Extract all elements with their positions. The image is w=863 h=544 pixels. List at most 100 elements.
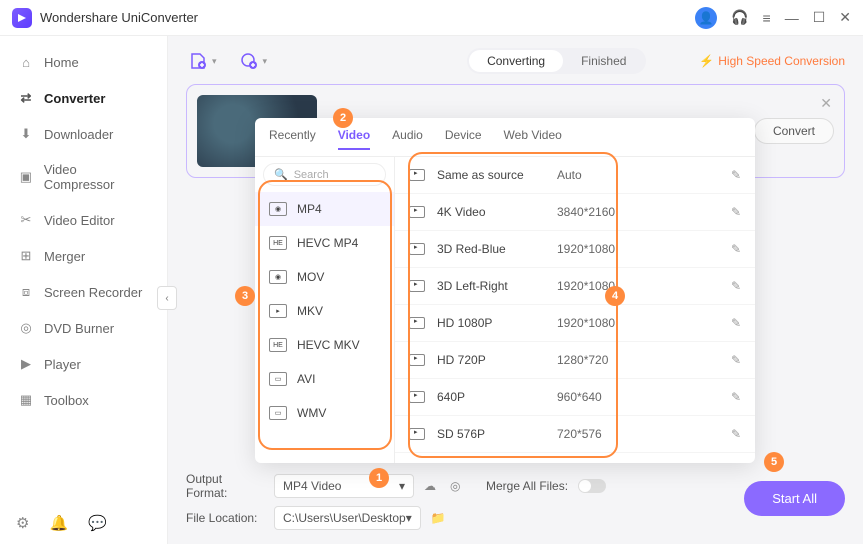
chevron-down-icon[interactable]: ▾ [263, 56, 268, 67]
sidebar-item-player[interactable]: ▶Player [0, 346, 167, 382]
search-input[interactable]: 🔍Search [263, 163, 386, 186]
lightning-icon: ⚡ [699, 54, 714, 68]
high-speed-badge[interactable]: ⚡High Speed Conversion [699, 54, 845, 68]
video-icon [409, 169, 425, 181]
format-wmv[interactable]: ▭WMV [255, 396, 394, 430]
panel-tab-recently[interactable]: Recently [269, 128, 316, 150]
output-format-label: Output Format: [186, 472, 264, 500]
file-location-label: File Location: [186, 511, 264, 525]
menu-icon[interactable]: ≡ [763, 10, 771, 26]
edit-icon[interactable]: ✎ [731, 205, 741, 219]
sidebar-item-label: Player [44, 357, 81, 372]
sidebar-item-dvd[interactable]: ◎ DVD Burner [0, 310, 167, 346]
maximize-icon[interactable]: ☐ [813, 9, 826, 26]
format-panel: Recently Video Audio Device Web Video 🔍S… [255, 118, 755, 463]
sidebar-item-editor[interactable]: ✂Video Editor [0, 202, 167, 238]
sidebar-item-recorder[interactable]: ⧈Screen Recorder [0, 274, 167, 310]
edit-icon[interactable]: ✎ [731, 168, 741, 182]
close-icon[interactable]: ✕ [839, 9, 851, 26]
video-icon [409, 317, 425, 329]
user-avatar-icon[interactable]: 👤 [695, 7, 717, 29]
resolution-item[interactable]: 4K Video3840*2160✎ [395, 194, 755, 231]
resolution-item[interactable]: 3D Left-Right1920*1080✎ [395, 268, 755, 305]
resolution-item[interactable]: Same as sourceAuto✎ [395, 157, 755, 194]
resolution-item[interactable]: HD 1080P1920*1080✎ [395, 305, 755, 342]
convert-button[interactable]: Convert [754, 118, 834, 144]
resolution-item[interactable]: 640P960*640✎ [395, 379, 755, 416]
sidebar-item-label: Screen Recorder [44, 285, 142, 300]
folder-icon[interactable]: 📁 [431, 510, 447, 526]
sidebar-item-label: Converter [44, 91, 105, 106]
format-icon: ◉ [269, 202, 287, 216]
video-icon [409, 243, 425, 255]
step-badge-2: 2 [333, 108, 353, 128]
video-icon [409, 391, 425, 403]
edit-icon[interactable]: ✎ [731, 353, 741, 367]
remove-file-icon[interactable]: ✕ [820, 95, 832, 112]
start-all-button[interactable]: Start All [744, 481, 845, 516]
app-title: Wondershare UniConverter [40, 10, 198, 25]
status-tabs: Converting Finished [467, 48, 646, 74]
file-location-select[interactable]: C:\Users\User\Desktop▾ [274, 506, 421, 530]
merger-icon: ⊞ [18, 248, 34, 264]
output-format-select[interactable]: MP4 Video▾ [274, 474, 414, 498]
format-icon: ▸ [269, 304, 287, 318]
merge-toggle[interactable] [578, 479, 606, 493]
app-logo-icon [12, 8, 32, 28]
format-avi[interactable]: ▭AVI [255, 362, 394, 396]
edit-icon[interactable]: ✎ [731, 279, 741, 293]
format-icon: HE [269, 236, 287, 250]
tab-finished[interactable]: Finished [563, 50, 644, 72]
step-badge-1: 1 [369, 468, 389, 488]
sidebar-item-converter[interactable]: ⇄Converter [0, 80, 167, 116]
download-icon: ⬇ [18, 126, 34, 142]
sidebar-item-label: DVD Burner [44, 321, 114, 336]
panel-tab-audio[interactable]: Audio [392, 128, 423, 150]
sidebar-item-toolbox[interactable]: ▦Toolbox [0, 382, 167, 418]
sidebar-item-compressor[interactable]: ▣ Video Compressor [0, 152, 167, 202]
bell-icon[interactable]: 🔔 [49, 514, 68, 532]
video-icon [409, 428, 425, 440]
chevron-down-icon: ▾ [399, 479, 405, 493]
scissors-icon: ✂ [18, 212, 34, 228]
sidebar-item-downloader[interactable]: ⬇ Downloader [0, 116, 167, 152]
cloud-icon[interactable]: ☁ [424, 478, 440, 494]
chat-icon[interactable]: 💬 [88, 514, 107, 532]
edit-icon[interactable]: ✎ [731, 316, 741, 330]
format-mp4[interactable]: ◉MP4 [255, 192, 394, 226]
format-mkv[interactable]: ▸MKV [255, 294, 394, 328]
sidebar: ⌂ Home ⇄Converter ⬇ Downloader ▣ Video Comp… [0, 36, 168, 544]
resolution-item[interactable]: HD 720P1280*720✎ [395, 342, 755, 379]
home-icon: ⌂ [18, 54, 34, 70]
sidebar-item-label: Home [44, 55, 79, 70]
minimize-icon[interactable]: — [785, 10, 799, 26]
panel-tab-video[interactable]: Video [338, 128, 370, 150]
disc-icon: ◎ [18, 320, 34, 336]
tab-converting[interactable]: Converting [469, 50, 563, 72]
format-icon: ▭ [269, 372, 287, 386]
resolution-item[interactable]: SD 576P720*576✎ [395, 416, 755, 453]
disc-icon[interactable]: ◎ [450, 478, 466, 494]
sidebar-item-label: Video Compressor [44, 162, 149, 192]
format-hevc-mp4[interactable]: HEHEVC MP4 [255, 226, 394, 260]
panel-tab-device[interactable]: Device [445, 128, 482, 150]
sidebar-item-home[interactable]: ⌂ Home [0, 44, 167, 80]
compressor-icon: ▣ [18, 169, 34, 185]
resolution-item[interactable]: 3D Red-Blue1920*1080✎ [395, 231, 755, 268]
add-file-button[interactable] [186, 49, 210, 73]
panel-tab-webvideo[interactable]: Web Video [504, 128, 562, 150]
sidebar-item-label: Downloader [44, 127, 113, 142]
chevron-down-icon[interactable]: ▾ [212, 56, 217, 67]
headset-icon[interactable]: 🎧 [731, 9, 748, 26]
edit-icon[interactable]: ✎ [731, 427, 741, 441]
format-mov[interactable]: ◉MOV [255, 260, 394, 294]
edit-icon[interactable]: ✎ [731, 242, 741, 256]
sidebar-item-label: Toolbox [44, 393, 89, 408]
format-hevc-mkv[interactable]: HEHEVC MKV [255, 328, 394, 362]
gear-icon[interactable]: ⚙ [16, 514, 29, 532]
edit-icon[interactable]: ✎ [731, 390, 741, 404]
format-icon: ◉ [269, 270, 287, 284]
sidebar-item-merger[interactable]: ⊞Merger [0, 238, 167, 274]
add-url-button[interactable] [237, 49, 261, 73]
video-icon [409, 354, 425, 366]
